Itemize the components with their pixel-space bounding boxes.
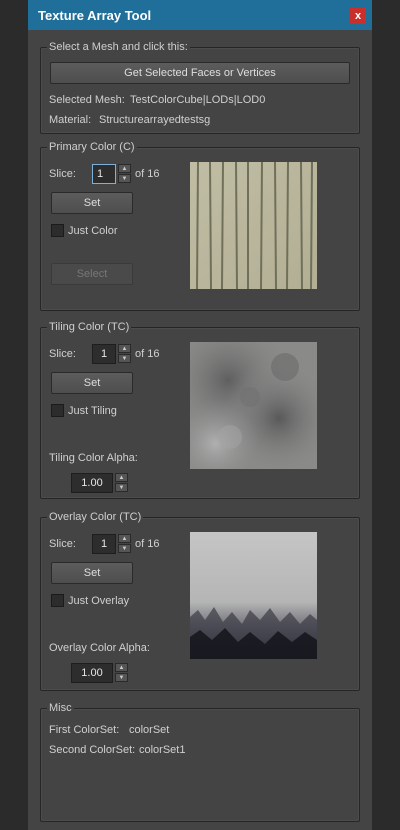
tiling-color-swatch <box>190 342 317 469</box>
get-selected-faces-button[interactable]: Get Selected Faces or Vertices <box>50 62 350 84</box>
material-label: Material: <box>49 114 92 126</box>
stepper-up-icon[interactable]: ▲ <box>115 473 128 482</box>
tiling-alpha-label: Tiling Color Alpha: <box>49 452 138 464</box>
selected-mesh-value: TestColorCube|LODs|LOD0 <box>130 94 266 106</box>
first-colorset-label: First ColorSet: <box>49 724 120 736</box>
overlay-color-swatch <box>190 532 317 659</box>
stepper-down-icon[interactable]: ▼ <box>118 174 131 183</box>
tiling-alpha-stepper[interactable]: ▲ ▼ <box>115 473 128 493</box>
overlay-set-button[interactable]: Set <box>51 562 133 584</box>
tiling-of-label: of 16 <box>135 348 160 360</box>
primary-of-label: of 16 <box>135 168 160 180</box>
overlay-slice-stepper[interactable]: ▲ ▼ <box>118 534 131 554</box>
stepper-up-icon[interactable]: ▲ <box>118 164 131 173</box>
stepper-up-icon[interactable]: ▲ <box>118 344 131 353</box>
overlay-alpha-label: Overlay Color Alpha: <box>49 642 150 654</box>
just-color-label: Just Color <box>68 225 118 237</box>
material-value: Structurearrayedtestsg <box>99 114 211 126</box>
tiling-color-legend: Tiling Color (TC) <box>47 321 132 333</box>
tiling-slice-label: Slice: <box>49 348 76 360</box>
just-overlay-label: Just Overlay <box>68 595 130 607</box>
stepper-up-icon[interactable]: ▲ <box>115 663 128 672</box>
selected-mesh-label: Selected Mesh: <box>49 94 125 106</box>
close-button[interactable]: x <box>350 8 366 24</box>
mesh-group-legend: Select a Mesh and click this: <box>47 41 190 53</box>
just-tiling-label: Just Tiling <box>68 405 117 417</box>
tiling-alpha-input[interactable]: 1.00 <box>71 473 113 493</box>
tiling-color-group: Tiling Color (TC) Slice: 1 ▲ ▼ of 16 Set… <box>40 321 360 499</box>
just-tiling-checkbox[interactable] <box>51 404 64 417</box>
primary-color-swatch <box>190 162 317 289</box>
title-bar[interactable]: Texture Array Tool x <box>28 0 372 30</box>
stepper-up-icon[interactable]: ▲ <box>118 534 131 543</box>
tiling-set-button[interactable]: Set <box>51 372 133 394</box>
overlay-color-legend: Overlay Color (TC) <box>47 511 144 523</box>
stepper-down-icon[interactable]: ▼ <box>118 354 131 363</box>
overlay-alpha-input[interactable]: 1.00 <box>71 663 113 683</box>
overlay-alpha-stepper[interactable]: ▲ ▼ <box>115 663 128 683</box>
tiling-slice-input[interactable]: 1 <box>92 344 116 364</box>
primary-set-button[interactable]: Set <box>51 192 133 214</box>
stepper-down-icon[interactable]: ▼ <box>115 483 128 492</box>
overlay-of-label: of 16 <box>135 538 160 550</box>
overlay-slice-input[interactable]: 1 <box>92 534 116 554</box>
tiling-slice-stepper[interactable]: ▲ ▼ <box>118 344 131 364</box>
overlay-slice-label: Slice: <box>49 538 76 550</box>
stepper-down-icon[interactable]: ▼ <box>118 544 131 553</box>
primary-slice-stepper[interactable]: ▲ ▼ <box>118 164 131 184</box>
misc-legend: Misc <box>47 702 74 714</box>
primary-slice-input[interactable]: 1 <box>92 164 116 184</box>
second-colorset-label: Second ColorSet: <box>49 744 136 756</box>
stepper-down-icon[interactable]: ▼ <box>115 673 128 682</box>
just-color-checkbox[interactable] <box>51 224 64 237</box>
primary-color-group: Primary Color (C) Slice: 1 ▲ ▼ of 16 Set… <box>40 141 360 311</box>
overlay-color-group: Overlay Color (TC) Slice: 1 ▲ ▼ of 16 Se… <box>40 511 360 691</box>
second-colorset-value: colorSet1 <box>139 744 186 756</box>
first-colorset-value: colorSet <box>129 724 170 736</box>
misc-group: Misc First ColorSet: colorSet Second Col… <box>40 702 360 822</box>
texture-array-tool-window: Texture Array Tool x Select a Mesh and c… <box>28 0 372 830</box>
window-title: Texture Array Tool <box>38 8 152 23</box>
primary-slice-label: Slice: <box>49 168 76 180</box>
primary-color-legend: Primary Color (C) <box>47 141 137 153</box>
mesh-group: Select a Mesh and click this: Get Select… <box>40 41 360 134</box>
primary-select-button[interactable]: Select <box>51 263 133 285</box>
just-overlay-checkbox[interactable] <box>51 594 64 607</box>
